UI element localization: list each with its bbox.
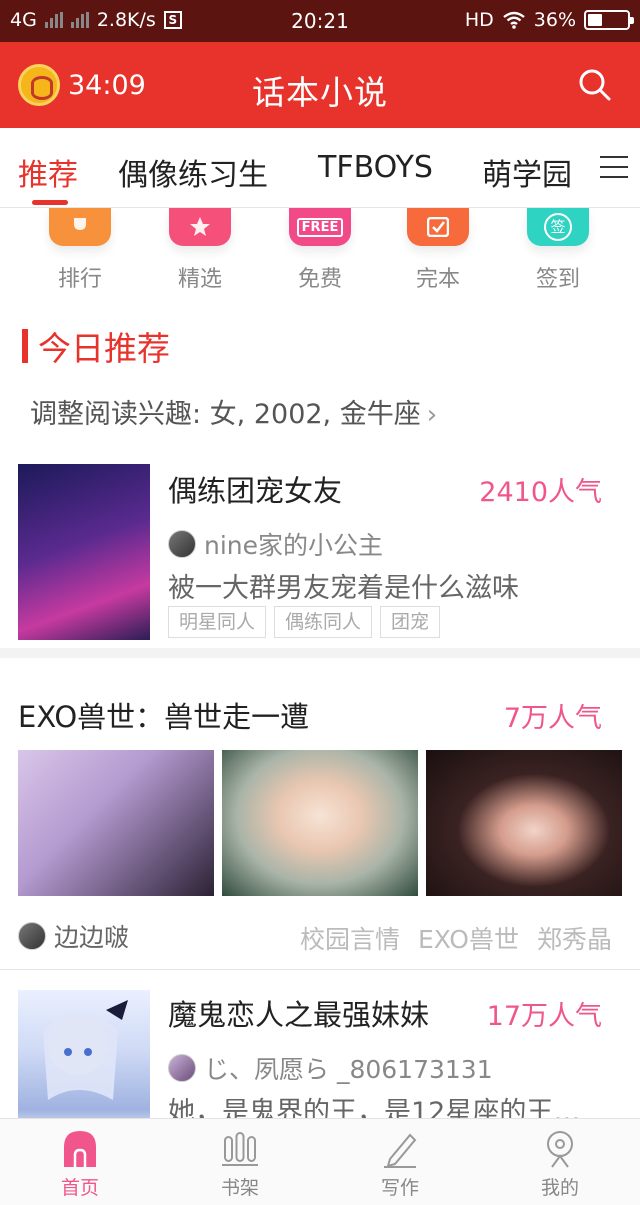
book-image-2 (222, 750, 418, 896)
book-popularity: 7万人气 (503, 703, 602, 734)
quick-featured[interactable]: 精选 (140, 208, 260, 293)
nav-write[interactable]: 写作 (320, 1129, 480, 1200)
author-name: じ、夙愿ら _806173131 (204, 1055, 493, 1084)
book-popularity: 17万人气 (486, 1001, 602, 1032)
book-description: 她，是鬼界的王，是12星座的王… (168, 1097, 581, 1120)
app-header: 34:09 话本小说 (0, 42, 640, 128)
nav-write-label: 写作 (380, 1177, 419, 1199)
book-card[interactable]: EXO兽世：兽世走一遭 7万人气 边边啵 校园言情 EXO兽世 郑秀晶 (0, 668, 640, 970)
book-title: 魔鬼恋人之最强妹妹 (168, 998, 430, 1032)
book-tag[interactable]: 校园言情 (300, 920, 400, 956)
book-tag[interactable]: 郑秀晶 (537, 920, 612, 956)
author-avatar (18, 922, 46, 950)
book-tag[interactable]: 偶练同人 (274, 606, 373, 638)
book-card[interactable]: 偶练团宠女友 2410人气 nine家的小公主 被一大群男友宠着是什么滋味 明星… (0, 448, 640, 658)
active-tab-indicator (32, 200, 68, 205)
nav-bookshelf-label: 书架 (220, 1177, 259, 1199)
book-popularity: 2410人气 (479, 477, 602, 508)
author-row: 边边啵 (18, 918, 129, 954)
nav-home[interactable]: 首页 (0, 1129, 160, 1200)
star-icon (169, 208, 231, 246)
author-name: 边边啵 (54, 923, 130, 952)
book-image-1 (18, 750, 214, 896)
tab-tfboys[interactable]: TFBOYS (318, 150, 433, 185)
nav-profile-label: 我的 (540, 1177, 579, 1199)
checkbox-icon (407, 208, 469, 246)
home-icon (64, 1131, 96, 1167)
book-cover-image (18, 990, 150, 1120)
quick-free-label: 免费 (297, 267, 342, 292)
hd-label: HD (464, 9, 494, 31)
menu-icon[interactable] (600, 156, 628, 180)
author-avatar (168, 530, 196, 558)
free-badge-text: FREE (296, 217, 344, 237)
book-cover-image (18, 464, 150, 640)
quick-entries: 排行 精选 FREE 免费 完本 签 签到 (0, 208, 640, 298)
quick-ranking[interactable]: 排行 (20, 208, 140, 293)
checkin-icon: 签 (527, 208, 589, 246)
section-today-recommend: 今日推荐 (22, 322, 170, 370)
book-tag[interactable]: 团宠 (380, 606, 441, 638)
section-title: 今日推荐 (38, 329, 170, 368)
tab-recommend[interactable]: 推荐 (18, 150, 78, 194)
quick-completed-label: 完本 (415, 267, 460, 292)
book-tag[interactable]: 明星同人 (168, 606, 267, 638)
interest-text: 调整阅读兴趣: 女, 2002, 金牛座 (30, 399, 421, 430)
author-row: nine家的小公主 (168, 526, 383, 562)
book-tags: 明星同人 偶练同人 团宠 (168, 606, 441, 638)
book-description: 被一大群男友宠着是什么滋味 (168, 573, 519, 604)
section-accent-bar (22, 329, 28, 363)
book-title: 偶练团宠女友 (168, 474, 343, 508)
book-tags: 校园言情 EXO兽世 郑秀晶 (300, 920, 612, 956)
author-row: じ、夙愿ら _806173131 (168, 1050, 493, 1086)
bottom-nav: 首页 书架 写作 我的 (0, 1118, 640, 1205)
search-icon[interactable] (578, 68, 612, 102)
profile-icon (547, 1131, 573, 1168)
free-icon: FREE (289, 208, 351, 246)
adjust-interest-link[interactable]: 调整阅读兴趣: 女, 2002, 金牛座 › (30, 392, 437, 431)
battery-icon (584, 10, 634, 30)
checkin-badge-text: 签 (544, 213, 572, 241)
book-image-3 (426, 750, 622, 896)
author-name: nine家的小公主 (204, 531, 384, 560)
wifi-icon (503, 11, 525, 29)
book-title: EXO兽世：兽世走一遭 (18, 700, 310, 734)
battery-percent: 36% (533, 9, 576, 31)
book-card[interactable]: 魔鬼恋人之最强妹妹 17万人气 じ、夙愿ら _806173131 她，是鬼界的王… (0, 972, 640, 1120)
app-title: 话本小说 (252, 73, 388, 112)
quick-checkin-label: 签到 (535, 267, 580, 292)
quick-ranking-label: 排行 (57, 267, 102, 292)
author-avatar (168, 1054, 196, 1082)
book-tag[interactable]: EXO兽世 (418, 920, 519, 956)
quick-completed[interactable]: 完本 (378, 208, 498, 293)
tab-mengxueyuan[interactable]: 萌学园 (482, 150, 572, 194)
quick-checkin[interactable]: 签 签到 (498, 208, 618, 293)
trophy-icon (49, 208, 111, 246)
category-tabs: 推荐 偶像练习生 TFBOYS 萌学园 (0, 128, 640, 208)
pencil-icon (384, 1133, 417, 1168)
nav-home-label: 首页 (60, 1177, 99, 1199)
nav-profile[interactable]: 我的 (480, 1129, 640, 1200)
nav-bookshelf[interactable]: 书架 (160, 1129, 320, 1200)
quick-free[interactable]: FREE 免费 (260, 208, 380, 293)
chevron-right-icon: › (426, 400, 438, 430)
quick-featured-label: 精选 (177, 267, 222, 292)
tab-idol-producer[interactable]: 偶像练习生 (118, 150, 268, 194)
bookshelf-icon (222, 1132, 258, 1166)
status-bar: 4G 2.8K/s S 20:21 HD 36% (0, 0, 640, 42)
